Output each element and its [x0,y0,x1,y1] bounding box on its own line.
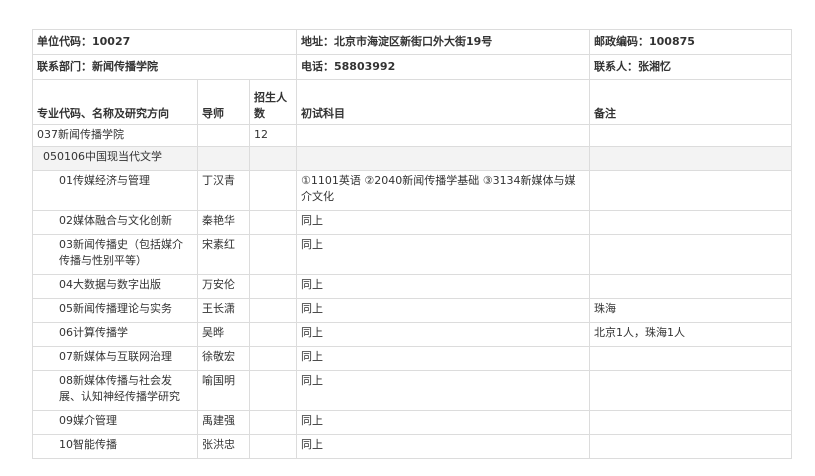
table-row: 07新媒体与互联网治理 徐敬宏 同上 [32,346,792,371]
quota [249,210,297,235]
address: 地址：北京市海淀区新街口外大街19号 [296,29,590,55]
admissions-table: 单位代码：10027 地址：北京市海淀区新街口外大街19号 邮政编码：10087… [32,29,792,459]
direction: 10智能传播 [32,434,198,459]
exam: 同上 [296,434,590,459]
direction: 06计算传播学 [32,322,198,347]
exam: 同上 [296,234,590,275]
note [589,210,792,235]
exam: 同上 [296,410,590,435]
note [589,234,792,275]
quota [249,410,297,435]
cell-empty [589,146,792,171]
note [589,434,792,459]
note [589,370,792,411]
exam: 同上 [296,370,590,411]
subject-name: 050106中国现当代文学 [32,146,198,171]
direction: 01传媒经济与管理 [32,170,198,211]
quota [249,322,297,347]
table-row: 10智能传播 张洪忠 同上 [32,434,792,459]
note [589,410,792,435]
exam: 同上 [296,210,590,235]
col-major: 专业代码、名称及研究方向 [32,79,198,125]
advisor: 张洪忠 [197,434,250,459]
header-row-1: 单位代码：10027 地址：北京市海淀区新街口外大街19号 邮政编码：10087… [32,29,792,55]
direction: 03新闻传播史（包括媒介传播与性别平等） [32,234,198,275]
quota [249,370,297,411]
exam: ①1101英语 ②2040新闻传播学基础 ③3134新媒体与媒介文化 [296,170,590,211]
note [589,170,792,211]
col-exam: 初试科目 [296,79,590,125]
advisor: 喻国明 [197,370,250,411]
quota [249,170,297,211]
direction: 04大数据与数字出版 [32,274,198,299]
quota [249,234,297,275]
cell-empty [249,146,297,171]
advisor: 吴晔 [197,322,250,347]
direction: 02媒体融合与文化创新 [32,210,198,235]
postcode: 邮政编码：100875 [589,29,792,55]
direction: 05新闻传播理论与实务 [32,298,198,323]
cell-empty [197,124,250,147]
table-row: 01传媒经济与管理 丁汉青 ①1101英语 ②2040新闻传播学基础 ③3134… [32,170,792,211]
advisor: 王长潇 [197,298,250,323]
advisor: 禹建强 [197,410,250,435]
exam: 同上 [296,346,590,371]
cell-empty [589,124,792,147]
col-note: 备注 [589,79,792,125]
table-row: 04大数据与数字出版 万安伦 同上 [32,274,792,299]
advisor: 丁汉青 [197,170,250,211]
note: 北京1人，珠海1人 [589,322,792,347]
contact: 联系人：张湘忆 [589,54,792,80]
advisor: 徐敬宏 [197,346,250,371]
table-row: 08新媒体传播与社会发展、认知神经传播学研究 喻国明 同上 [32,370,792,411]
table-row: 03新闻传播史（包括媒介传播与性别平等） 宋素红 同上 [32,234,792,275]
school-row: 037新闻传播学院 12 [32,124,792,147]
table-row: 09媒介管理 禹建强 同上 [32,410,792,435]
cell-empty [296,146,590,171]
unit-code: 单位代码：10027 [32,29,297,55]
table-row: 06计算传播学 吴晔 同上 北京1人，珠海1人 [32,322,792,347]
header-row-2: 联系部门：新闻传播学院 电话：58803992 联系人：张湘忆 [32,54,792,80]
school-name: 037新闻传播学院 [32,124,198,147]
quota [249,434,297,459]
table-row: 05新闻传播理论与实务 王长潇 同上 珠海 [32,298,792,323]
col-advisor: 导师 [197,79,250,125]
cell-empty [296,124,590,147]
subject-row: 050106中国现当代文学 [32,146,792,171]
quota [249,274,297,299]
cell-empty [197,146,250,171]
exam: 同上 [296,274,590,299]
advisor: 万安伦 [197,274,250,299]
quota [249,346,297,371]
table-row: 02媒体融合与文化创新 秦艳华 同上 [32,210,792,235]
note [589,274,792,299]
school-quota: 12 [249,124,297,147]
direction: 08新媒体传播与社会发展、认知神经传播学研究 [32,370,198,411]
advisor: 秦艳华 [197,210,250,235]
direction: 09媒介管理 [32,410,198,435]
quota [249,298,297,323]
exam: 同上 [296,322,590,347]
column-header-row: 专业代码、名称及研究方向 导师 招生人数 初试科目 备注 [32,79,792,125]
col-quota: 招生人数 [249,79,297,125]
exam: 同上 [296,298,590,323]
note [589,346,792,371]
department: 联系部门：新闻传播学院 [32,54,297,80]
phone: 电话：58803992 [296,54,590,80]
note: 珠海 [589,298,792,323]
advisor: 宋素红 [197,234,250,275]
direction: 07新媒体与互联网治理 [32,346,198,371]
